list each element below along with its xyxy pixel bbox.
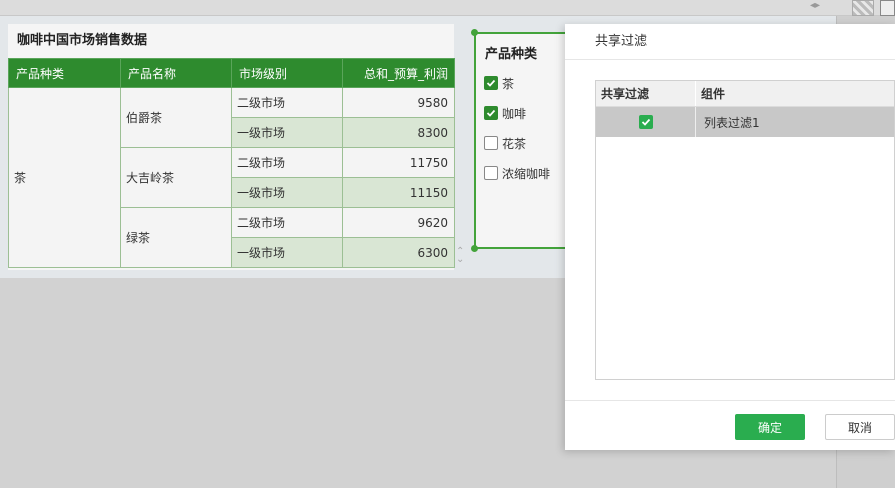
value-cell: 11750 [342, 147, 455, 178]
value-cell: 9620 [342, 207, 455, 238]
col-header-product[interactable]: 产品名称 [120, 58, 232, 88]
product-cell: 绿茶 [120, 207, 232, 268]
panel-icon[interactable] [880, 0, 895, 16]
value-cell: 9580 [342, 87, 455, 118]
resize-arrows-icon[interactable]: ⌃ ⌄ [456, 247, 464, 265]
checkbox-checked-icon[interactable] [484, 106, 498, 120]
category-cell: 茶 [8, 87, 121, 268]
value-cell: 11150 [342, 177, 455, 208]
col-header-profit[interactable]: 总和_预算_利润 [342, 58, 455, 88]
grid-header-row: 共享过滤 组件 [596, 81, 894, 107]
cancel-button[interactable]: 取消 [825, 414, 895, 440]
dialog-title: 共享过滤 [565, 24, 895, 60]
value-cell: 8300 [342, 117, 455, 148]
grid-header-component: 组件 [701, 87, 726, 101]
top-toolbar: ◂▸ [0, 0, 895, 16]
share-checkbox-checked-icon[interactable] [638, 115, 653, 129]
filter-title: 产品种类 [485, 47, 538, 62]
checkbox-checked-icon[interactable] [484, 76, 498, 90]
filter-item-label: 浓缩咖啡 [502, 166, 551, 181]
pattern-icon[interactable] [852, 0, 874, 16]
sales-table: 产品种类 产品名称 市场级别 总和_预算_利润 茶 伯爵茶 二级市场 9580 … [8, 58, 455, 268]
level-cell: 一级市场 [231, 237, 343, 268]
filter-item-label: 茶 [502, 76, 515, 91]
level-cell: 一级市场 [231, 177, 343, 208]
col-header-level[interactable]: 市场级别 [231, 58, 343, 88]
grid-header-share: 共享过滤 [596, 81, 696, 106]
value-cell: 6300 [342, 237, 455, 268]
dialog-footer: 确定 取消 [565, 400, 895, 450]
filter-item-tea[interactable]: 茶 [484, 75, 514, 91]
level-cell: 二级市场 [231, 147, 343, 178]
col-header-category[interactable]: 产品种类 [8, 58, 121, 88]
grid-cell-share [596, 107, 696, 137]
resize-handle-bottom-left[interactable] [471, 245, 478, 252]
table-row: 茶 伯爵茶 二级市场 9580 [8, 87, 455, 268]
grid-cell-component: 列表过滤1 [704, 115, 760, 130]
checkbox-unchecked-icon[interactable] [484, 136, 498, 150]
table-title: 咖啡中国市场销售数据 [17, 33, 148, 48]
checkbox-unchecked-icon[interactable] [484, 166, 498, 180]
expand-arrows-icon[interactable]: ◂▸ [810, 0, 820, 11]
table-header-row: 产品种类 产品名称 市场级别 总和_预算_利润 [8, 58, 455, 88]
product-cell: 大吉岭茶 [120, 147, 232, 208]
resize-handle-top-left[interactable] [471, 29, 478, 36]
filter-item-label: 花茶 [502, 136, 527, 151]
share-filter-dialog: 共享过滤 共享过滤 组件 列表过滤1 确定 取消 [565, 24, 895, 450]
confirm-button[interactable]: 确定 [735, 414, 805, 440]
filter-item-espresso[interactable]: 浓缩咖啡 [484, 165, 550, 181]
product-cell: 伯爵茶 [120, 87, 232, 148]
level-cell: 一级市场 [231, 117, 343, 148]
filter-item-coffee[interactable]: 咖啡 [484, 105, 526, 121]
level-cell: 二级市场 [231, 207, 343, 238]
grid-row[interactable]: 列表过滤1 [596, 107, 894, 137]
filter-item-flower-tea[interactable]: 花茶 [484, 135, 526, 151]
filter-item-label: 咖啡 [502, 106, 527, 121]
level-cell: 二级市场 [231, 87, 343, 118]
sales-table-widget[interactable]: 咖啡中国市场销售数据 产品种类 产品名称 市场级别 总和_预算_利润 茶 伯爵茶… [8, 24, 455, 270]
category-filter-widget[interactable]: 产品种类 茶 咖啡 花茶 浓缩咖啡 [474, 32, 574, 249]
share-filter-grid: 共享过滤 组件 列表过滤1 [595, 80, 895, 380]
